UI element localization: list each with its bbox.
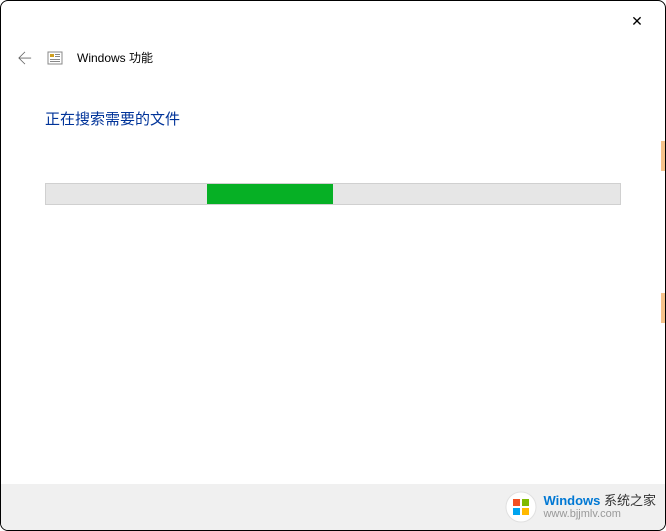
progress-bar xyxy=(45,183,621,205)
side-decoration xyxy=(661,141,666,171)
watermark-brand: Windows xyxy=(543,493,600,508)
progress-fill xyxy=(207,184,333,204)
status-message: 正在搜索需要的文件 xyxy=(45,108,621,129)
back-arrow-icon xyxy=(18,51,32,65)
watermark-url: www.bjjmlv.com xyxy=(543,508,656,521)
dialog-header: Windows 功能 xyxy=(1,37,665,78)
watermark: Windows 系统之家 www.bjjmlv.com xyxy=(505,491,656,523)
side-decoration xyxy=(661,293,666,323)
windows-logo-icon xyxy=(505,491,537,523)
watermark-tag: 系统之家 xyxy=(600,493,656,508)
dialog-title: Windows 功能 xyxy=(77,49,153,66)
close-icon: ✕ xyxy=(631,13,643,30)
dialog-window: ✕ Windows 功能 正在搜索需要的文件 xyxy=(0,0,666,531)
back-button[interactable] xyxy=(17,50,33,66)
windows-features-icon xyxy=(47,50,63,66)
watermark-text: Windows 系统之家 www.bjjmlv.com xyxy=(543,493,656,522)
dialog-content: 正在搜索需要的文件 xyxy=(1,78,665,235)
close-button[interactable]: ✕ xyxy=(629,13,645,29)
